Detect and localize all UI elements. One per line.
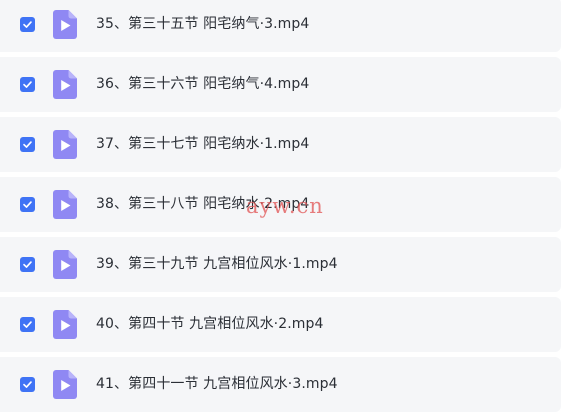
file-list: 35、第三十五节 阳宅纳气·3.mp4 36、第三十六节 阳宅纳气·4.mp4 … — [0, 0, 561, 417]
file-name: 37、第三十七节 阳宅纳水·1.mp4 — [96, 136, 310, 152]
checkmark-icon — [23, 261, 32, 268]
checkbox-checked[interactable] — [20, 77, 35, 92]
file-row[interactable]: 37、第三十七节 阳宅纳水·1.mp4 — [0, 117, 561, 172]
file-row[interactable]: 35、第三十五节 阳宅纳气·3.mp4 — [0, 0, 561, 52]
file-name: 38、第三十八节 阳宅纳水·2.mp4 — [96, 196, 310, 212]
file-row[interactable]: 38、第三十八节 阳宅纳水·2.mp4 — [0, 177, 561, 232]
video-file-icon — [53, 250, 77, 279]
video-file-icon — [53, 370, 77, 399]
checkbox-checked[interactable] — [20, 137, 35, 152]
video-file-icon — [53, 190, 77, 219]
checkmark-icon — [23, 201, 32, 208]
file-name: 41、第四十一节 九宫相位风水·3.mp4 — [96, 376, 338, 392]
video-file-icon — [53, 130, 77, 159]
checkmark-icon — [23, 141, 32, 148]
file-name: 40、第四十节 九宫相位风水·2.mp4 — [96, 316, 324, 332]
video-file-icon — [53, 70, 77, 99]
file-name: 35、第三十五节 阳宅纳气·3.mp4 — [96, 16, 310, 32]
checkbox-checked[interactable] — [20, 377, 35, 392]
checkbox-checked[interactable] — [20, 17, 35, 32]
file-row[interactable]: 40、第四十节 九宫相位风水·2.mp4 — [0, 297, 561, 352]
checkmark-icon — [23, 381, 32, 388]
file-name: 39、第三十九节 九宫相位风水·1.mp4 — [96, 256, 338, 272]
file-row[interactable]: 39、第三十九节 九宫相位风水·1.mp4 — [0, 237, 561, 292]
file-row[interactable]: 36、第三十六节 阳宅纳气·4.mp4 — [0, 57, 561, 112]
checkbox-checked[interactable] — [20, 317, 35, 332]
file-row[interactable]: 41、第四十一节 九宫相位风水·3.mp4 — [0, 357, 561, 412]
checkmark-icon — [23, 21, 32, 28]
checkbox-checked[interactable] — [20, 257, 35, 272]
checkmark-icon — [23, 81, 32, 88]
checkmark-icon — [23, 321, 32, 328]
video-file-icon — [53, 10, 77, 39]
checkbox-checked[interactable] — [20, 197, 35, 212]
video-file-icon — [53, 310, 77, 339]
file-name: 36、第三十六节 阳宅纳气·4.mp4 — [96, 76, 310, 92]
